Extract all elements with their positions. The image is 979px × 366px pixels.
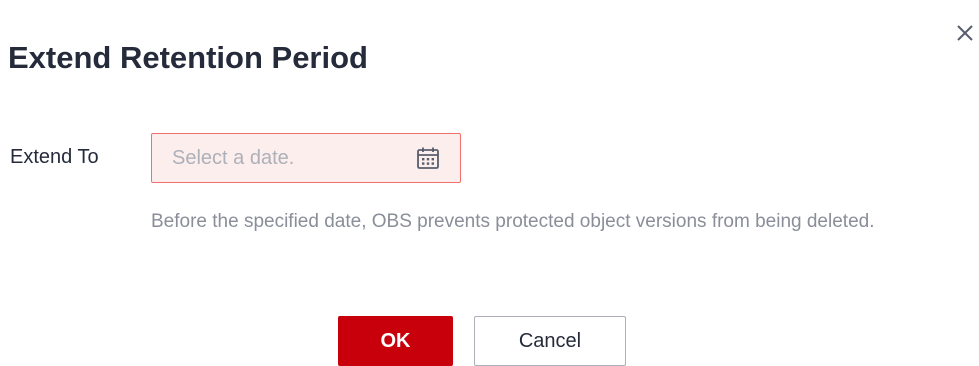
extend-to-date-picker[interactable] xyxy=(151,133,461,183)
dialog-title: Extend Retention Period xyxy=(8,40,368,75)
extend-retention-dialog: Extend Retention Period Extend To Before… xyxy=(0,0,979,366)
calendar-icon[interactable] xyxy=(415,145,441,171)
close-button[interactable] xyxy=(952,20,978,46)
extend-to-label: Extend To xyxy=(10,146,99,168)
date-input[interactable] xyxy=(172,134,402,182)
ok-button[interactable]: OK xyxy=(338,316,453,366)
retention-hint: Before the specified date, OBS prevents … xyxy=(151,211,875,232)
close-icon xyxy=(952,20,978,46)
cancel-button[interactable]: Cancel xyxy=(474,316,626,366)
